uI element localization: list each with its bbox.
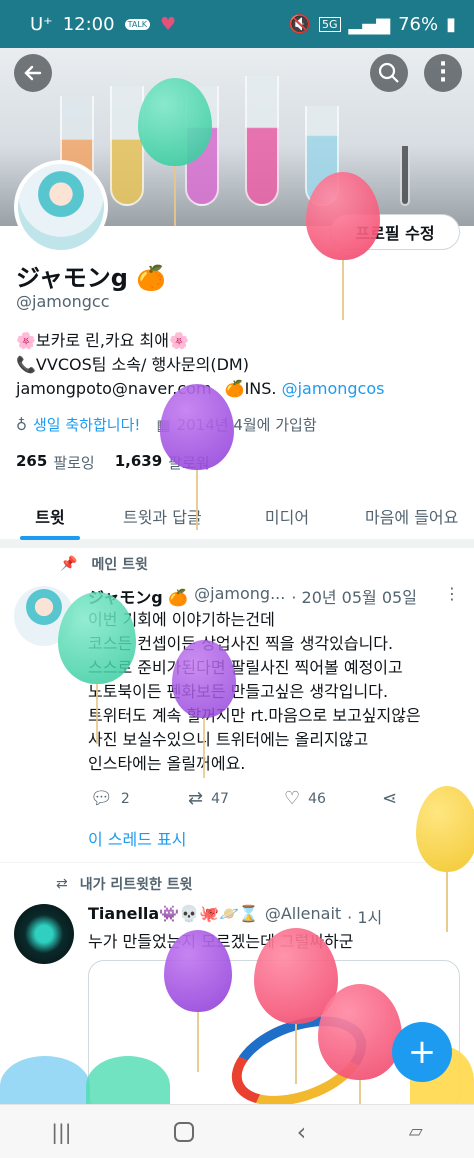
divider: [0, 540, 474, 548]
more-vert-icon: · · ·: [438, 52, 448, 93]
bio-ins-prefix: 🍊INS.: [224, 379, 277, 398]
bio-line-1: 🌸보카로 린,카요 최애🌸: [16, 331, 189, 350]
birthday-link[interactable]: 생일 축하합니다!: [33, 414, 140, 435]
followers-count[interactable]: 1,639: [115, 452, 162, 473]
avatar[interactable]: [14, 160, 108, 254]
tab-media[interactable]: 미디어: [225, 490, 350, 539]
rotate-icon[interactable]: ▱: [409, 1121, 423, 1142]
back-button[interactable]: [14, 54, 52, 92]
balloon-decoration: [306, 172, 380, 260]
recent-apps-button[interactable]: |||: [51, 1120, 71, 1144]
tweet-time[interactable]: · 1시: [347, 904, 382, 928]
profile-handle: @jamongcc: [16, 292, 110, 311]
tab-tweets[interactable]: 트윗: [0, 490, 100, 540]
battery-icon: ▮: [446, 14, 456, 35]
like-count: 46: [308, 790, 326, 807]
clock: 12:00: [62, 14, 115, 35]
retweet-icon: ⇄: [56, 876, 68, 892]
retweet-icon: ⇄: [188, 788, 204, 809]
balloon-decoration: [160, 384, 234, 470]
retweet-count: 47: [211, 790, 229, 807]
like-icon: ♡: [284, 788, 301, 809]
network-label: 5G: [319, 17, 341, 32]
tweet-avatar[interactable]: [14, 904, 74, 964]
bio-line-2: 📞VVCOS팀 소속/ 행사문의(DM): [16, 355, 249, 374]
tweet-header: ジャモンg 🍊 @jamong... · 20년 05월 05일: [88, 584, 458, 608]
retweet-header: ⇄ 내가 리트윗한 트윗: [56, 874, 193, 894]
back-arrow-icon: [24, 65, 42, 81]
balloon-decoration: [58, 592, 136, 684]
heart-icon: ♥: [160, 14, 177, 35]
talk-badge: TALK: [124, 19, 151, 30]
share-button[interactable]: ⋖: [382, 788, 397, 809]
balloon-decoration: [172, 640, 236, 718]
tweet-line: 스스로 준비가된다면 팔릴사진 찍어볼 예정이고: [88, 658, 403, 677]
search-icon: [378, 62, 399, 83]
following-label[interactable]: 팔로잉: [53, 452, 94, 473]
balloon-decoration: [164, 930, 232, 1012]
balloon-decoration: [318, 984, 402, 1080]
profile-tabs: 트윗 트윗과 답글 미디어 마음에 들어요: [0, 490, 474, 540]
carrier-label: U⁺: [30, 14, 53, 35]
balloon-icon: ♁: [16, 415, 27, 434]
signal-icon: ▂▄▆: [348, 14, 391, 35]
share-icon: ⋖: [382, 788, 398, 809]
tweet-line: 노토북이든 펜화보든 만들고싶은 생각입니다.: [88, 682, 389, 701]
tweet-line: 인스타에는 올릴꺼에요.: [88, 754, 246, 773]
tweet-line: 이번 기회에 이야기하는건데: [88, 610, 275, 629]
divider: [0, 862, 474, 863]
pinned-label: 메인 트윗: [91, 557, 148, 573]
back-nav-button[interactable]: ‹: [297, 1118, 307, 1146]
more-button[interactable]: · · ·: [424, 54, 462, 92]
retweet-button[interactable]: ⇄ 47: [188, 788, 229, 809]
tweet-header: Tianella👾💀🐙🪐⌛ @Allenait · 1시: [88, 904, 382, 928]
system-nav-bar: ||| ‹ ▱: [0, 1104, 474, 1158]
status-bar: U⁺ 12:00 TALK ♥ 🔇 5G ▂▄▆ 76% ▮: [0, 0, 474, 48]
reply-icon: 💬︎: [90, 788, 113, 809]
tweet-date[interactable]: · 20년 05월 05일: [291, 584, 417, 608]
retweeted-label: 내가 리트윗한 트윗: [79, 877, 193, 893]
show-thread-link[interactable]: 이 스레드 표시: [88, 826, 187, 850]
tweet-line: 트위터도 계속 할꺼지만 rt.마음으로 보고싶지않은: [88, 706, 421, 725]
tweet-body: 이번 기회에 이야기하는건데 코스든 컨셉이든 상업사진 찍을 생각있습니다. …: [88, 608, 468, 776]
reply-button[interactable]: 💬︎ 2: [90, 788, 130, 809]
tweet-author-handle[interactable]: @jamong...: [194, 584, 285, 608]
pinned-header: 📌 메인 트윗: [60, 554, 148, 574]
balloon-decoration: [416, 786, 474, 872]
tweet-line: 사진 보실수있으니 트위터에는 올리지않고: [88, 730, 369, 749]
profile-name: ジャモンg 🍊: [16, 264, 167, 292]
tweet-author-handle[interactable]: @Allenait: [265, 904, 341, 928]
reply-count: 2: [120, 790, 130, 807]
tab-tweets-replies[interactable]: 트윗과 답글: [100, 490, 225, 539]
bio-ins-link[interactable]: @jamongcos: [282, 379, 385, 398]
search-button[interactable]: [370, 54, 408, 92]
tweet-author-name[interactable]: Tianella👾💀🐙🪐⌛: [88, 904, 259, 928]
pin-icon: 📌: [60, 556, 78, 572]
compose-plus-icon: +: [407, 1032, 437, 1072]
battery-label: 76%: [398, 14, 439, 35]
following-count[interactable]: 265: [16, 452, 47, 473]
like-button[interactable]: ♡ 46: [284, 788, 326, 809]
tweet-more-button[interactable]: ⋮: [444, 584, 460, 603]
tweet-line: 코스든 컨셉이든 상업사진 찍을 생각있습니다.: [88, 634, 394, 653]
tab-likes[interactable]: 마음에 들어요: [349, 490, 474, 539]
compose-button[interactable]: +: [392, 1022, 452, 1082]
balloon-decoration: [138, 78, 212, 166]
home-button[interactable]: [174, 1121, 195, 1142]
mute-icon: 🔇: [288, 14, 312, 35]
